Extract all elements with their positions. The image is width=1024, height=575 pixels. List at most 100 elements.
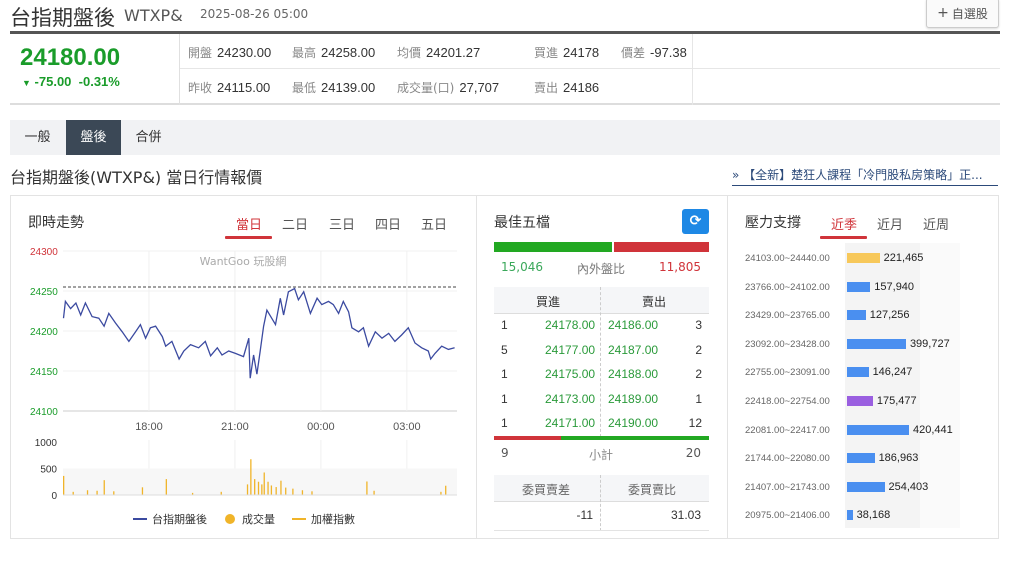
quote-divider <box>692 34 693 105</box>
order-book-row: 1 24171.00 24190.00 12 <box>494 416 709 436</box>
x-tick-label: 00:00 <box>307 421 335 433</box>
add-watchlist-label: 自選股 <box>951 6 988 21</box>
order-diff: -11 <box>576 508 593 522</box>
ask-volume: 2 <box>695 342 702 357</box>
pressure-value: 146,247 <box>872 366 913 379</box>
day-tab-4[interactable]: 四日 <box>375 214 401 233</box>
change-value: -75.00 <box>34 74 72 89</box>
ask-volume: 2 <box>695 367 702 381</box>
quote-spread: 價差 -97.38 <box>621 45 687 60</box>
ask-price: 24187.00 <box>608 342 659 357</box>
price-range: 22418.00~22754.00 <box>745 396 830 407</box>
tab-combined[interactable]: 合併 <box>121 120 176 155</box>
diff-header: 委買賣差 <box>522 483 571 497</box>
range-tab-week[interactable]: 近周 <box>923 214 949 233</box>
range-tab-quarter[interactable]: 近季 <box>831 214 857 233</box>
volume-bar <box>445 485 447 495</box>
quote-row-2: 昨收 24115.00 最低 24139.00 成交量(口) 27,707 賣出 241… <box>180 69 1000 104</box>
ask-header: 賣出 <box>642 295 667 309</box>
order-diff-header: 委買賣差 委買賣比 <box>494 475 709 502</box>
y-tick-label: 24250 <box>30 287 58 298</box>
volume-bar <box>311 491 313 495</box>
volume-bar <box>301 490 304 495</box>
pressure-row: 24103.00~24440.00 221,465 <box>745 252 985 266</box>
legend-label: 台指期盤後 <box>152 512 207 526</box>
panel-divider <box>476 195 477 539</box>
ask-price: 24188.00 <box>608 367 659 381</box>
bid-price: 24171.00 <box>545 416 596 430</box>
volume-bar <box>373 490 375 495</box>
pressure-bar <box>847 310 866 321</box>
order-book-row: 1 24178.00 24186.00 3 <box>494 318 709 338</box>
active-tab-underline <box>820 236 867 239</box>
add-watchlist-button[interactable]: + 自選股 <box>926 0 999 28</box>
quote-ask: 賣出 24186 <box>534 80 600 95</box>
promo-link[interactable]: » 【全新】楚狂人課程「冷門股私房策略」正... <box>732 166 998 186</box>
x-tick-label: 18:00 <box>135 421 163 433</box>
day-tab-3[interactable]: 三日 <box>329 214 355 233</box>
bid-price: 24178.00 <box>545 318 596 332</box>
day-tab-1[interactable]: 當日 <box>236 214 262 233</box>
ask-total: 20 <box>685 446 701 460</box>
pressure-row: 22755.00~23091.00 146,247 <box>745 366 985 380</box>
price-range: 23766.00~24102.00 <box>745 281 830 293</box>
day-tab-5[interactable]: 五日 <box>421 214 447 233</box>
page-title: 台指期盤後 <box>10 6 115 30</box>
volume-bar <box>366 481 368 495</box>
panel-divider <box>727 195 728 539</box>
bid-price: 24173.00 <box>545 391 596 406</box>
bid-volume: 1 <box>501 318 508 332</box>
plus-icon: + <box>937 5 949 21</box>
x-tick-label: 03:00 <box>393 421 421 433</box>
range-tab-month[interactable]: 近月 <box>877 214 903 233</box>
price-range: 23429.00~23765.00 <box>745 310 830 322</box>
pressure-row: 22081.00~22417.00 420,441 <box>745 424 985 438</box>
pressure-value: 186,963 <box>878 452 919 465</box>
refresh-icon[interactable]: ⟳ <box>682 209 709 234</box>
price-line <box>62 287 455 379</box>
pressure-value: 420,441 <box>913 423 953 436</box>
inner-volume: 15,046 <box>501 260 543 274</box>
pressure-row: 22418.00~22754.00 175,477 <box>745 395 985 409</box>
bid-volume: 1 <box>501 367 508 381</box>
quote-high: 最高 24258.00 <box>292 45 376 60</box>
ask-volume: 3 <box>695 318 702 332</box>
inner-outer-bar <box>494 242 709 252</box>
tab-general[interactable]: 一般 <box>10 120 65 155</box>
pressure-value: 399,727 <box>909 337 950 350</box>
price-range: 22755.00~23091.00 <box>745 367 830 379</box>
price-range: 21744.00~22080.00 <box>745 453 830 465</box>
x-tick-label: 21:00 <box>221 421 249 433</box>
pressure-value: 157,940 <box>874 280 915 293</box>
day-tab-2[interactable]: 二日 <box>282 214 308 233</box>
ask-volume: 1 <box>695 391 702 406</box>
volume-bar <box>263 472 265 495</box>
best-five-title: 最佳五檔 <box>494 215 550 231</box>
legend-label: 加權指數 <box>311 512 355 526</box>
price-box: 24180.00 ▼ -75.00 -0.31% <box>10 34 180 105</box>
ratio-header: 委買賣比 <box>628 483 677 497</box>
pressure-bar <box>847 367 869 378</box>
volume-tick-label: 0 <box>51 491 57 502</box>
quote-low: 最低 24139.00 <box>292 80 376 95</box>
order-book-row: 5 24177.00 24187.00 2 <box>494 343 709 363</box>
subtotal-bar <box>494 436 709 440</box>
pressure-value: 175,477 <box>876 395 917 407</box>
tab-after-hours[interactable]: 盤後 <box>66 120 121 155</box>
pressure-row: 23092.00~23428.00 399,727 <box>745 338 985 352</box>
pressure-title: 壓力支撐 <box>745 215 801 231</box>
last-price: 24180.00 <box>20 44 121 71</box>
volume-band <box>63 468 457 495</box>
pressure-row: 21407.00~21743.00 254,403 <box>745 481 985 495</box>
volume-bar <box>275 487 277 495</box>
quote-open: 開盤 24230.00 <box>188 45 272 60</box>
price-range: 22081.00~22417.00 <box>745 424 830 436</box>
subtotal-label: 小計 <box>589 448 614 462</box>
pressure-bar <box>847 481 885 492</box>
pressure-row: 21744.00~22080.00 186,963 <box>745 452 985 466</box>
pressure-bar <box>847 510 853 521</box>
order-book-row: 1 24175.00 24188.00 2 <box>494 367 709 387</box>
y-tick-label: 24100 <box>30 407 58 418</box>
pressure-bar <box>847 453 875 464</box>
volume-tick-label: 500 <box>40 465 57 476</box>
